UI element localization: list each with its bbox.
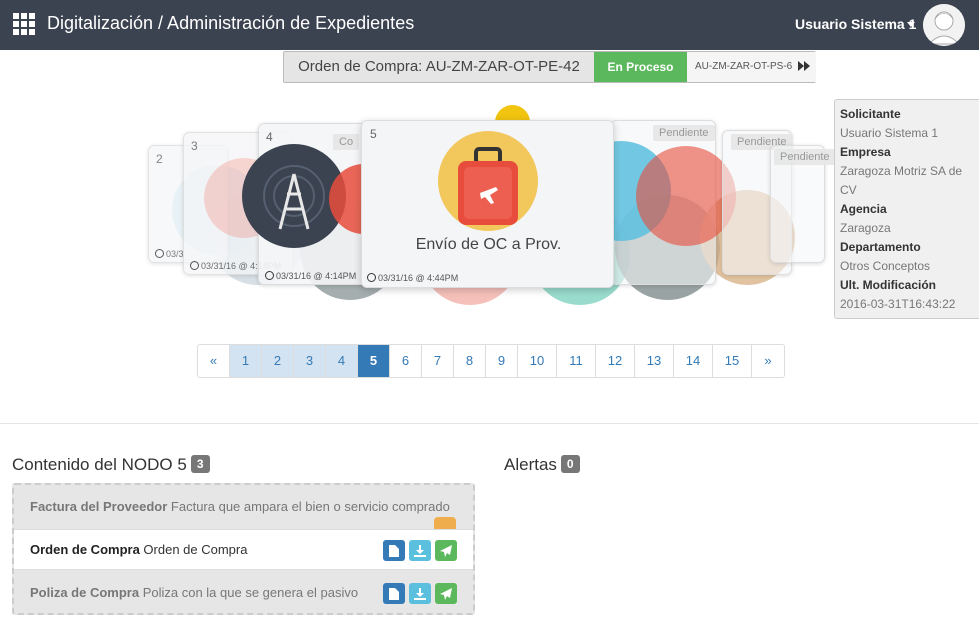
contenido-title: Contenido del NODO 5 [12, 455, 187, 474]
doc-desc: Poliza con la que se genera el pasivo [142, 585, 359, 600]
doc-row-factura[interactable]: Factura del Proveedor Factura que ampara… [14, 495, 473, 519]
section-divider [0, 423, 979, 424]
contenido-count: 3 [190, 455, 210, 473]
pagination: « 1 2 3 4 5 6 7 8 9 10 11 12 13 14 15 » [197, 344, 785, 378]
download-icon [414, 587, 426, 600]
upload-icon[interactable] [434, 517, 456, 529]
file-icon [389, 587, 399, 600]
step-number: 3 [191, 139, 198, 153]
page-6[interactable]: 6 [390, 345, 422, 377]
info-panel: Solicitante Usuario Sistema 1 Empresa Za… [834, 99, 979, 319]
page-10[interactable]: 10 [518, 345, 557, 377]
view-file-button[interactable] [383, 540, 405, 561]
doc-row-poliza[interactable]: Poliza de Compra Poliza con la que se ge… [14, 581, 473, 605]
info-label: Ult. Modificación [840, 278, 936, 292]
step-number: 4 [266, 130, 273, 144]
info-label: Departamento [840, 240, 921, 254]
step-date: 03/3 [155, 249, 184, 259]
page-11[interactable]: 11 [557, 345, 596, 377]
status-badge: En Proceso [594, 52, 687, 82]
page-9[interactable]: 9 [486, 345, 518, 377]
suitcase-icon [438, 131, 538, 231]
page-4[interactable]: 4 [326, 345, 358, 377]
send-button[interactable] [435, 540, 457, 561]
page-3[interactable]: 3 [294, 345, 326, 377]
page-12[interactable]: 12 [596, 345, 635, 377]
doc-desc: Orden de Compra [143, 542, 248, 557]
page-1[interactable]: 1 [230, 345, 262, 377]
user-avatar[interactable] [923, 4, 965, 46]
doc-desc: Factura que ampara el bien o servicio co… [170, 499, 450, 514]
alertas-heading: Alertas 0 [504, 455, 580, 475]
page-13[interactable]: 13 [635, 345, 674, 377]
download-button[interactable] [409, 583, 431, 604]
next-order-ref: AU-ZM-ZAR-OT-PS-6 [695, 61, 793, 72]
next-order-link[interactable]: AU-ZM-ZAR-OT-PS-6 [687, 52, 816, 82]
info-value: Usuario Sistema 1 [840, 126, 939, 140]
info-value: Zaragoza [840, 221, 891, 235]
info-value: Zaragoza Motriz SA de CV [840, 164, 963, 197]
clock-icon [367, 273, 376, 282]
page-next[interactable]: » [752, 345, 784, 377]
view-file-button[interactable] [383, 583, 405, 604]
page-prev[interactable]: « [198, 345, 230, 377]
download-icon [414, 544, 426, 557]
page-15[interactable]: 15 [713, 345, 752, 377]
doc-name: Orden de Compra [30, 542, 140, 557]
app-title: Digitalización / Administración de Exped… [47, 13, 415, 33]
info-value: 2016-03-31T16:43:22 [840, 297, 956, 311]
step-title: Envío de OC a Prov. [415, 236, 562, 253]
pending-badge: Pendiente [774, 149, 836, 165]
page-14[interactable]: 14 [674, 345, 713, 377]
pending-badge: Pendiente [653, 125, 715, 141]
doc-row-orden[interactable]: Orden de Compra Orden de Compra [14, 529, 473, 570]
step-card-5[interactable]: 5 Envío de OC a Prov. 03/31/16 @ 4:44PM [361, 120, 614, 288]
clock-icon [190, 261, 199, 270]
page-7[interactable]: 7 [422, 345, 454, 377]
doc-name: Factura del Proveedor [30, 499, 168, 514]
order-label: Orden de Compra: AU-ZM-ZAR-OT-PE-42 [298, 58, 580, 75]
page-5[interactable]: 5 [358, 345, 390, 377]
step-number: 2 [156, 152, 163, 166]
send-button[interactable] [435, 583, 457, 604]
doc-name: Poliza de Compra [30, 585, 140, 600]
step-date: 03/31/16 @ 4:14PM [265, 271, 356, 281]
process-carousel: 2 03/3 3 03/31/16 @ 4:14PM 4 Co 03/31/16… [140, 95, 840, 310]
clock-icon [265, 271, 274, 280]
step-number: 5 [370, 127, 377, 141]
page-8[interactable]: 8 [454, 345, 486, 377]
order-header: Orden de Compra: AU-ZM-ZAR-OT-PE-42 En P… [283, 51, 816, 83]
alertas-title: Alertas [504, 455, 557, 474]
top-navbar: Digitalización / Administración de Exped… [0, 0, 979, 50]
alertas-count: 0 [560, 455, 580, 473]
info-value: Otros Conceptos [840, 259, 931, 273]
step-card-4[interactable]: 4 Co 03/31/16 @ 4:14PM [242, 123, 399, 285]
caret-down-icon[interactable] [907, 22, 915, 27]
page-2[interactable]: 2 [262, 345, 294, 377]
info-label: Empresa [840, 145, 891, 159]
server-icon [636, 146, 736, 246]
info-label: Solicitante [840, 107, 901, 121]
paper-plane-icon [440, 544, 452, 557]
document-list: Factura del Proveedor Factura que ampara… [12, 483, 475, 615]
file-icon [389, 544, 399, 557]
contenido-heading: Contenido del NODO 53 [12, 455, 210, 475]
user-menu-toggle[interactable]: Usuario Sistema 1 [795, 16, 916, 32]
apps-grid-icon[interactable] [13, 13, 35, 35]
paper-plane-icon [440, 587, 452, 600]
step-card-8[interactable]: Pendiente [770, 145, 836, 263]
info-label: Agencia [840, 202, 887, 216]
step-date: 03/31/16 @ 4:44PM [367, 273, 458, 283]
step-card-6[interactable]: Pendiente [571, 120, 736, 285]
fast-forward-icon [798, 61, 810, 72]
clock-icon [155, 249, 164, 258]
download-button[interactable] [409, 540, 431, 561]
